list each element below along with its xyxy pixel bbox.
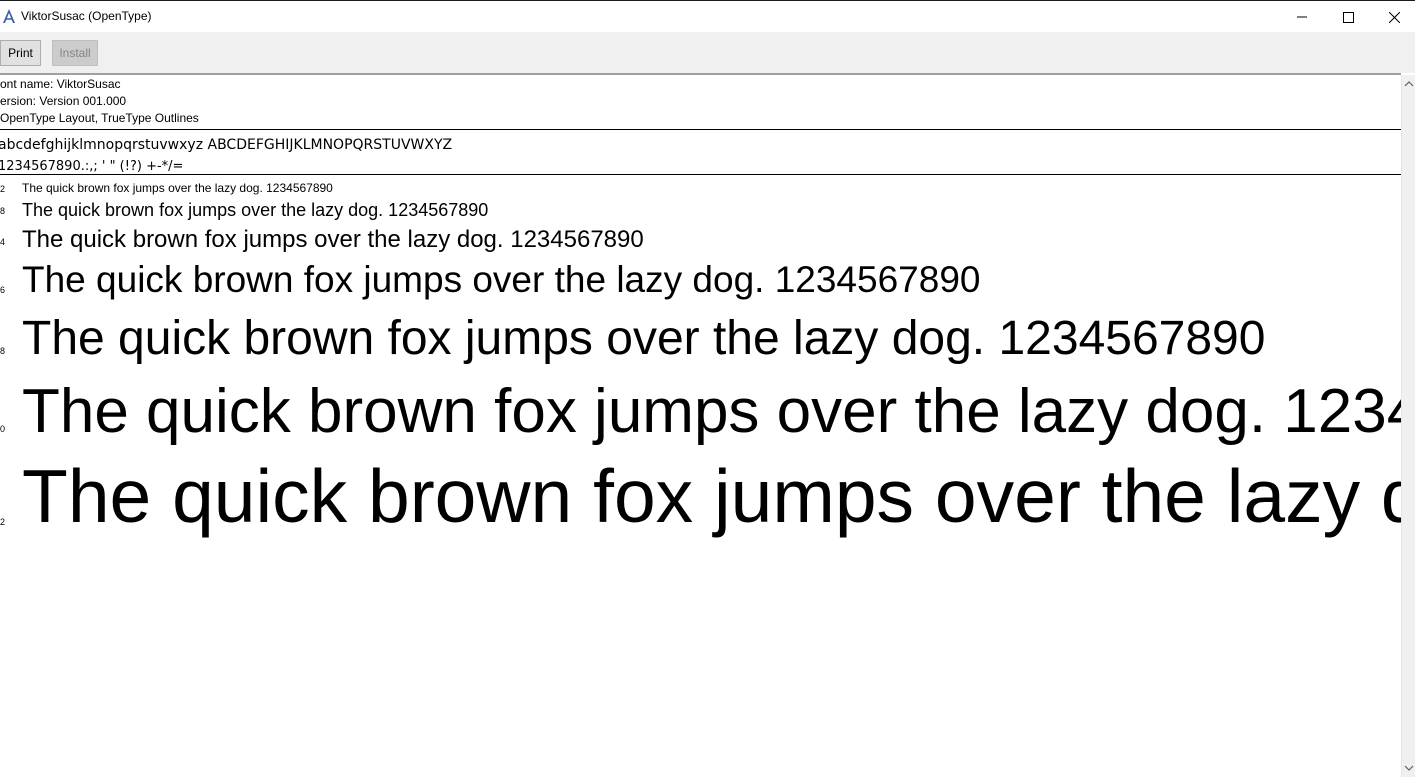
size-label: 0 <box>0 424 6 434</box>
install-button[interactable]: Install <box>52 40 98 66</box>
size-label: 2 <box>0 517 6 527</box>
sample-line: The quick brown fox jumps over the lazy … <box>22 454 1401 538</box>
toolbar: Print Install <box>0 32 1415 73</box>
close-button[interactable] <box>1371 2 1415 32</box>
info-separator <box>0 129 1401 130</box>
charset-separator <box>0 174 1401 175</box>
size-label: 8 <box>0 346 6 356</box>
maximize-button[interactable] <box>1325 2 1371 32</box>
sample-line: The quick brown fox jumps over the lazy … <box>22 200 489 220</box>
charset-digits: 1234567890.:,; ' " (!?) +-*/= <box>0 159 184 174</box>
sample-line: The quick brown fox jumps over the lazy … <box>22 181 333 195</box>
font-name-line: ont name: ViktorSusac <box>0 77 121 91</box>
charset-letters: abcdefghijklmnopqrstuvwxyz ABCDEFGHIJKLM… <box>0 137 453 153</box>
window-title: ViktorSusac (OpenType) <box>21 9 152 23</box>
size-label: 4 <box>0 237 6 247</box>
size-label: 6 <box>0 285 6 295</box>
size-label: 8 <box>0 206 6 216</box>
font-version-line: ersion: Version 001.000 <box>0 94 127 108</box>
title-bar[interactable]: ViktorSusac (OpenType) <box>0 1 1415 32</box>
scroll-down-arrow-icon[interactable] <box>1404 763 1414 773</box>
font-type-line: OpenType Layout, TrueType Outlines <box>0 111 199 125</box>
scroll-up-arrow-icon[interactable] <box>1404 79 1414 89</box>
sample-line: The quick brown fox jumps over the lazy … <box>22 259 981 300</box>
sample-line: The quick brown fox jumps over the lazy … <box>22 312 1266 365</box>
sample-line: The quick brown fox jumps over the lazy … <box>22 377 1401 446</box>
font-viewer-icon <box>3 9 15 23</box>
vertical-scrollbar[interactable] <box>1401 75 1415 777</box>
sample-line: The quick brown fox jumps over the lazy … <box>22 226 644 253</box>
minimize-button[interactable] <box>1279 2 1325 32</box>
maximize-icon <box>1342 11 1354 23</box>
close-icon <box>1388 11 1400 23</box>
font-preview-area: ont name: ViktorSusac ersion: Version 00… <box>0 75 1401 777</box>
minimize-icon <box>1297 16 1307 18</box>
print-button[interactable]: Print <box>0 40 41 66</box>
size-label: 2 <box>0 184 6 194</box>
